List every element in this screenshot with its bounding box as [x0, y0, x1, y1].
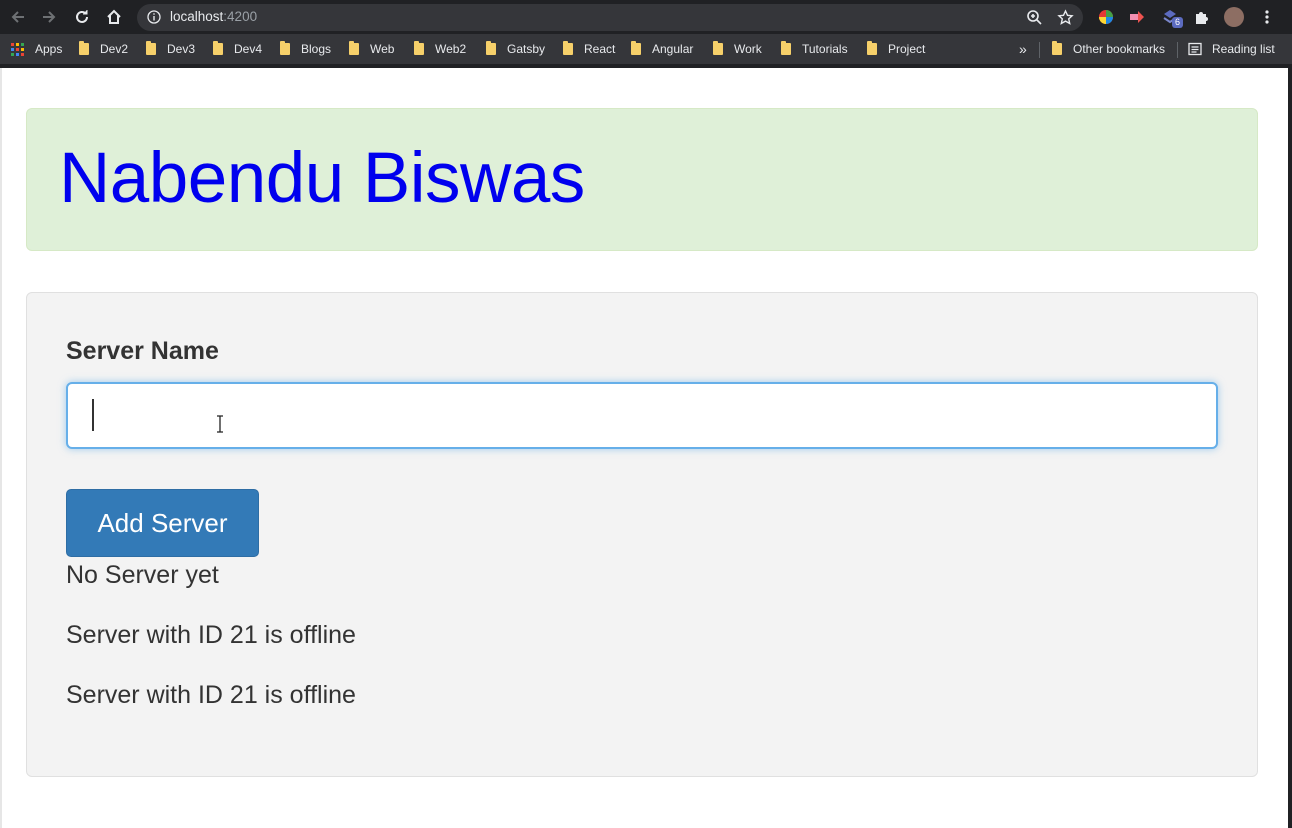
- bookmark-label: Tutorials: [802, 42, 848, 56]
- bookmark-apps[interactable]: Apps: [11, 41, 62, 57]
- folder-icon: [781, 41, 791, 55]
- bookmark-blogs[interactable]: Blogs: [280, 41, 331, 57]
- info-icon[interactable]: [147, 10, 161, 24]
- bookmarks-overflow-button[interactable]: »: [1019, 41, 1027, 57]
- address-bar[interactable]: localhost:4200: [137, 4, 1083, 31]
- bookmarks-bar: Apps Dev2 Dev3 Dev4 Blogs Web Web2 Gatsb…: [0, 34, 1292, 64]
- zoom-icon[interactable]: [1026, 9, 1043, 26]
- bookmark-dev2[interactable]: Dev2: [79, 41, 128, 57]
- home-button[interactable]: [102, 5, 126, 29]
- server-name-label: Server Name: [66, 337, 219, 365]
- extensions-puzzle-icon[interactable]: [1193, 8, 1211, 26]
- server-form-panel: Server Name Add Server No Server yet Ser…: [26, 292, 1258, 777]
- bookmark-label: React: [584, 42, 616, 56]
- reload-icon: [76, 10, 88, 23]
- kebab-menu-icon[interactable]: [1258, 8, 1276, 26]
- server-status-line: Server with ID 21 is offline: [66, 681, 356, 709]
- window-edge-left: [0, 68, 2, 828]
- bookmark-gatsby[interactable]: Gatsby: [486, 41, 545, 57]
- bookmark-label: Dev4: [234, 42, 263, 56]
- status-message: No Server yet: [66, 561, 219, 589]
- folder-icon: [146, 41, 156, 55]
- reading-list[interactable]: Reading list: [1188, 41, 1275, 57]
- bookmark-label: Apps: [35, 42, 63, 56]
- page-title: Nabendu Biswas: [59, 139, 585, 218]
- folder-icon: [414, 41, 424, 55]
- bookmark-label: Angular: [652, 42, 694, 56]
- bookmark-tutorials[interactable]: Tutorials: [781, 41, 848, 57]
- folder-icon: [349, 41, 359, 55]
- bookmarks-divider: [1039, 42, 1040, 58]
- bookmark-work[interactable]: Work: [713, 41, 762, 57]
- folder-icon: [631, 41, 641, 55]
- server-status-line: Server with ID 21 is offline: [66, 621, 356, 649]
- folder-icon: [867, 41, 877, 55]
- bookmark-react[interactable]: React: [563, 41, 615, 57]
- star-icon[interactable]: [1057, 9, 1074, 26]
- url-text: localhost:4200: [170, 9, 257, 24]
- folder-icon: [563, 41, 573, 55]
- bookmark-label: Web2: [435, 42, 467, 56]
- server-name-input[interactable]: [66, 382, 1218, 449]
- url-port: :4200: [223, 9, 258, 24]
- bookmark-label: Dev3: [167, 42, 196, 56]
- folder-icon: [1052, 41, 1062, 55]
- home-icon: [107, 9, 121, 24]
- bookmark-web[interactable]: Web: [349, 41, 394, 57]
- toolbar-divider: [0, 64, 1292, 68]
- folder-icon: [79, 41, 89, 55]
- bookmark-label: Project: [888, 42, 926, 56]
- overflow-label: »: [1019, 41, 1027, 57]
- arrow-extension-icon[interactable]: [1128, 8, 1146, 26]
- reading-list-icon: [1188, 42, 1202, 56]
- bookmarks-divider: [1177, 42, 1178, 58]
- extension-badge: 6: [1172, 17, 1184, 28]
- bookmark-dev3[interactable]: Dev3: [146, 41, 195, 57]
- bookmark-label: Web: [370, 42, 395, 56]
- back-button[interactable]: [6, 5, 30, 29]
- browser-toolbar: localhost:4200 6: [0, 0, 1292, 34]
- text-caret: [92, 399, 94, 431]
- bookmark-label: Gatsby: [507, 42, 546, 56]
- folder-icon: [486, 41, 496, 55]
- profile-avatar[interactable]: [1224, 7, 1244, 27]
- forward-button[interactable]: [37, 5, 61, 29]
- arrow-right-icon: [43, 11, 56, 23]
- badge-extension-icon[interactable]: 6: [1162, 8, 1184, 28]
- bookmark-angular[interactable]: Angular: [631, 41, 693, 57]
- add-server-button[interactable]: Add Server: [66, 489, 259, 557]
- other-bookmarks[interactable]: Other bookmarks: [1052, 41, 1165, 57]
- bookmark-web2[interactable]: Web2: [414, 41, 466, 57]
- text-cursor-icon: [217, 415, 223, 433]
- bookmark-label: Work: [734, 42, 762, 56]
- bookmark-project[interactable]: Project: [867, 41, 925, 57]
- other-bookmarks-label: Other bookmarks: [1073, 42, 1166, 56]
- folder-icon: [213, 41, 223, 55]
- apps-grid-icon: [11, 42, 24, 56]
- reading-list-label: Reading list: [1212, 42, 1275, 56]
- color-wheel-extension-icon[interactable]: [1097, 8, 1115, 26]
- bookmark-dev4[interactable]: Dev4: [213, 41, 262, 57]
- bookmark-label: Blogs: [301, 42, 332, 56]
- bookmark-label: Dev2: [100, 42, 129, 56]
- folder-icon: [713, 41, 723, 55]
- window-edge: [1288, 68, 1292, 828]
- reload-button[interactable]: [70, 5, 94, 29]
- url-host: localhost: [170, 9, 224, 24]
- folder-icon: [280, 41, 290, 55]
- arrow-left-icon: [11, 11, 24, 23]
- header-jumbotron: Nabendu Biswas: [26, 108, 1258, 251]
